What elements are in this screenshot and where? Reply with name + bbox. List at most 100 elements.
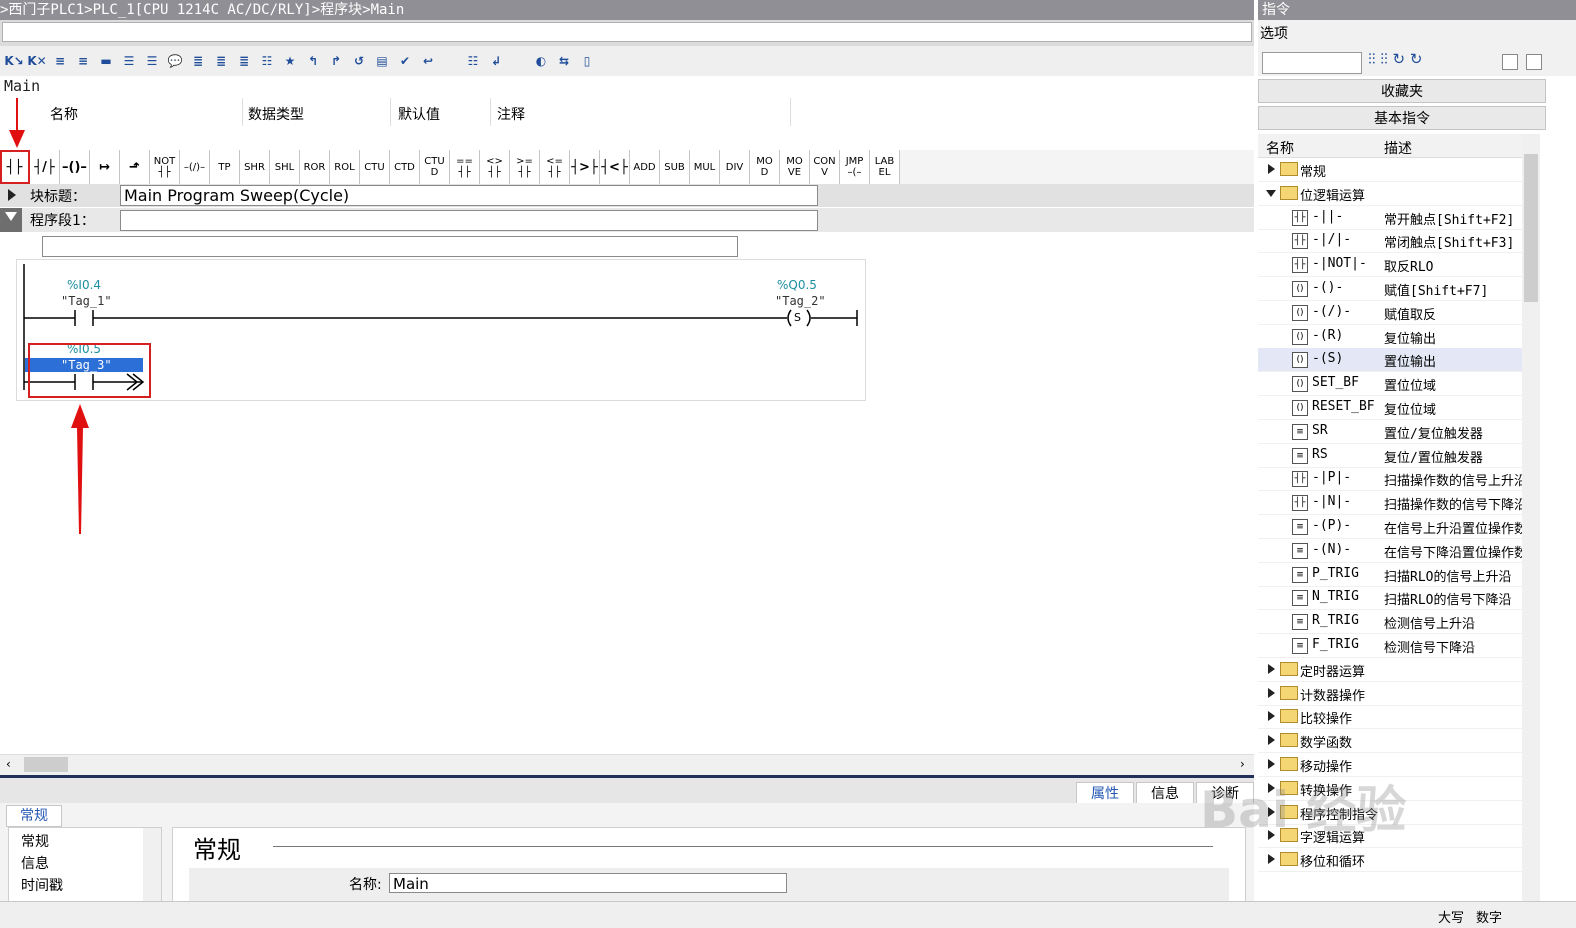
instruction-le-button[interactable]: <= ┤├: [540, 150, 570, 184]
symbol-list-icon[interactable]: ☷: [257, 51, 277, 71]
instruction-mul-button[interactable]: MUL: [690, 150, 720, 184]
delete-row-icon[interactable]: ▬: [96, 51, 116, 71]
ladder-network[interactable]: %I0.4 "Tag_1" %Q0.5 "Tag_2" S %I0.5 "Tag…: [16, 259, 866, 401]
expand-icon[interactable]: [1268, 759, 1275, 769]
tree-item[interactable]: ┤├ -||- 常开触点[Shift+F2]: [1258, 206, 1522, 230]
tree-item[interactable]: ┤├ -|P|- 扫描操作数的信号上升沿: [1258, 467, 1522, 492]
nav-timestamp[interactable]: 时间戳: [21, 875, 63, 895]
instruction-label-button[interactable]: LAB EL: [870, 150, 900, 184]
tree-item[interactable]: ≡ -(N)- 在信号下降沿置位操作数: [1258, 539, 1522, 563]
network-title-input[interactable]: [120, 210, 818, 231]
instruction-mod-button[interactable]: MO D: [750, 150, 780, 184]
coil-address[interactable]: %Q0.5: [777, 278, 817, 292]
instruction-ne-button[interactable]: <> ┤├: [480, 150, 510, 184]
instruction-shl-button[interactable]: SHL: [270, 150, 300, 184]
comment-icon[interactable]: 💬: [165, 51, 185, 71]
tree-item[interactable]: () RESET_BF 复位位域: [1258, 396, 1522, 420]
tree-item[interactable]: () -()- 赋值[Shift+F7]: [1258, 277, 1522, 301]
tree-item[interactable]: ≡ RS 复位/置位触发器: [1258, 444, 1522, 468]
scroll-left-icon[interactable]: ‹: [6, 757, 11, 771]
add-row-icon[interactable]: ≡: [73, 51, 93, 71]
instruction-shr-button[interactable]: SHR: [240, 150, 270, 184]
tree-item[interactable]: ≡ F_TRIG 检测信号下降沿: [1258, 634, 1522, 658]
instruction-not-button[interactable]: NOT ┤├: [150, 150, 180, 184]
tree-folder[interactable]: 比较操作: [1258, 705, 1522, 730]
tree-folder[interactable]: 计数器操作: [1258, 682, 1522, 706]
tree-folder[interactable]: 数学函数: [1258, 729, 1522, 754]
tree-item[interactable]: () -(S) 置位输出: [1258, 348, 1522, 373]
contact-tag[interactable]: "Tag_1": [61, 294, 112, 308]
tree-item[interactable]: () -(R) 复位输出: [1258, 325, 1522, 349]
expand-icon[interactable]: [1268, 854, 1275, 865]
block-title-input[interactable]: Main Program Sweep(Cycle): [120, 185, 818, 206]
tree-item[interactable]: ┤├ -|NOT|- 取反RLO: [1258, 253, 1522, 278]
normally-closed-contact-icon[interactable]: ┤/├: [30, 150, 60, 184]
column-header-default[interactable]: 默认值: [398, 104, 440, 124]
close-branch-icon[interactable]: ⬏: [120, 150, 150, 184]
tree-item[interactable]: ≡ N_TRIG 扫描RLO的信号下降沿: [1258, 586, 1522, 611]
contact-address[interactable]: %I0.4: [67, 278, 101, 292]
basic-instructions-button[interactable]: 基本指令: [1258, 106, 1546, 130]
column-header-comment[interactable]: 注释: [497, 104, 525, 124]
network-comment-input[interactable]: [42, 236, 738, 257]
instruction-gt-button[interactable]: ┤>├: [570, 150, 600, 184]
expand-icon[interactable]: [8, 189, 16, 201]
coil-tag[interactable]: "Tag_2": [775, 294, 826, 308]
list-icon[interactable]: ☷: [463, 51, 483, 71]
collapse-all-icon[interactable]: ☰: [142, 51, 162, 71]
expand-icon[interactable]: [1268, 663, 1275, 674]
tab-general[interactable]: 常规: [6, 805, 62, 827]
instruction-search-input[interactable]: [1262, 52, 1362, 74]
tree-folder[interactable]: 定时器运算: [1258, 658, 1522, 682]
absolute-operand-icon[interactable]: ≣: [188, 51, 208, 71]
favorites-button[interactable]: 收藏夹: [1258, 79, 1546, 103]
nav-info[interactable]: 信息: [21, 853, 49, 873]
scroll-right-icon[interactable]: ›: [1240, 757, 1245, 771]
insert-row-icon[interactable]: ≡: [50, 51, 70, 71]
go-to-icon[interactable]: ↱: [326, 51, 346, 71]
nav-scrollbar[interactable]: [143, 828, 161, 902]
scroll-thumb[interactable]: [24, 757, 68, 772]
column-header-datatype[interactable]: 数据类型: [248, 104, 304, 124]
instruction-rol-button[interactable]: ROL: [330, 150, 360, 184]
symbolic-operand-icon[interactable]: ≣: [211, 51, 231, 71]
call-icon[interactable]: ↩: [418, 51, 438, 71]
tree-scroll-thumb[interactable]: [1524, 154, 1538, 302]
instruction-ctd-button[interactable]: CTD: [390, 150, 420, 184]
check-icon[interactable]: ✔: [395, 51, 415, 71]
instruction-ge-button[interactable]: >= ┤├: [510, 150, 540, 184]
compare-icon[interactable]: ⇆: [554, 51, 574, 71]
instruction-tree-scrollbar[interactable]: [1522, 134, 1540, 901]
layout-icon[interactable]: [1502, 54, 1518, 70]
negated-coil-icon[interactable]: –(/)–: [180, 150, 210, 184]
favorites-icon[interactable]: ★: [280, 51, 300, 71]
collapse-icon[interactable]: [1266, 189, 1276, 197]
online-icon[interactable]: ◐: [531, 51, 551, 71]
instruction-ror-button[interactable]: ROR: [300, 150, 330, 184]
instruction-move-button[interactable]: MO VE: [780, 150, 810, 184]
step-icon[interactable]: ↺: [349, 51, 369, 71]
jump-icon[interactable]: ↰: [303, 51, 323, 71]
tree-item[interactable]: ≡ R_TRIG 检测信号上升沿: [1258, 610, 1522, 635]
return-icon[interactable]: ↲: [486, 51, 506, 71]
tree-folder[interactable]: 移位和循环: [1258, 848, 1522, 873]
coil-icon[interactable]: –()–: [60, 150, 90, 184]
horizontal-scrollbar[interactable]: ‹ ›: [0, 754, 1254, 775]
instruction-div-button[interactable]: DIV: [720, 150, 750, 184]
normally-open-contact-icon[interactable]: ┤├: [0, 150, 30, 184]
name-field[interactable]: Main: [389, 873, 787, 893]
filter-icon[interactable]: ⫶⫶ ⫶⫶ ↻ ↻: [1368, 50, 1422, 68]
tree-item[interactable]: () SET_BF 置位位域: [1258, 372, 1522, 397]
tree-item[interactable]: () -(/)- 赋值取反: [1258, 301, 1522, 325]
expand-icon[interactable]: [1268, 735, 1275, 746]
instruction-ctud-button[interactable]: CTU D: [420, 150, 450, 184]
symbol-info-icon[interactable]: ≣: [234, 51, 254, 71]
instruction-ctu-button[interactable]: CTU: [360, 150, 390, 184]
delete-network-icon[interactable]: K✕: [27, 51, 47, 71]
memory-icon[interactable]: ▯: [577, 51, 597, 71]
tree-folder[interactable]: 常规: [1258, 158, 1522, 182]
expand-all-icon[interactable]: ☰: [119, 51, 139, 71]
tree-folder[interactable]: 位逻辑运算: [1258, 182, 1522, 206]
layout-list-icon[interactable]: [1526, 54, 1542, 70]
instruction-sub-button[interactable]: SUB: [660, 150, 690, 184]
